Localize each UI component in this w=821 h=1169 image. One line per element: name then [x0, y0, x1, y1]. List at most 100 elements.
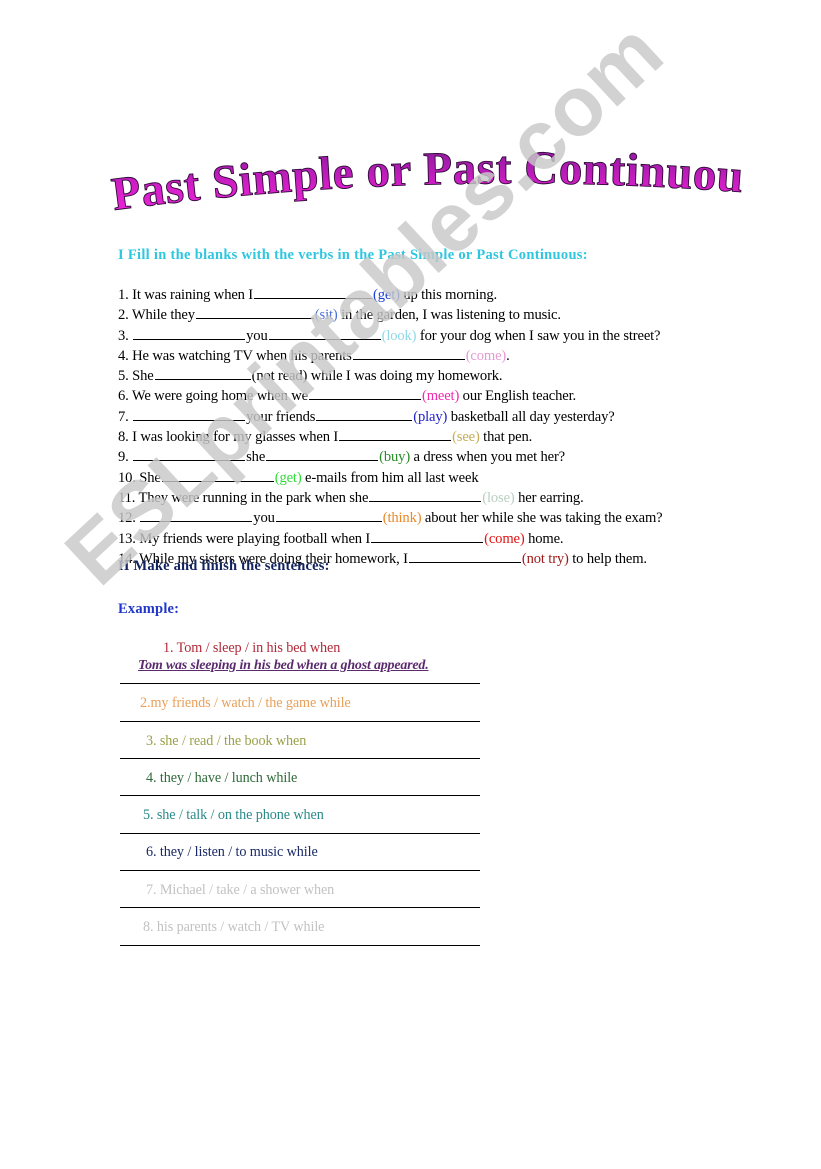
- answer-rule[interactable]: [120, 721, 480, 722]
- item-number: 2.: [118, 307, 129, 324]
- verb-cue: (not read): [251, 368, 308, 385]
- item-text-after: e-mails from him all last week: [301, 469, 479, 486]
- exercise-1-list: 1. It was raining when I (get) up this mo…: [118, 285, 778, 569]
- item-text-before: He was watching TV when his parents: [132, 347, 352, 364]
- answer-rule[interactable]: [120, 833, 480, 834]
- answer-blank[interactable]: [140, 508, 253, 523]
- item-text-after: that pen.: [479, 429, 533, 446]
- exercise-1-item: 9. she (buy) a dress when you met her?: [118, 447, 778, 467]
- answer-blank[interactable]: [408, 549, 521, 563]
- item-number: 7.: [118, 408, 129, 425]
- exercise-1-item: 1. It was raining when I (get) up this mo…: [118, 285, 778, 305]
- item-text-after: a dress when you met her?: [410, 449, 566, 466]
- item-text-before: I was looking for my glasses when I: [132, 429, 339, 446]
- item-text-after: basketball all day yesterday?: [447, 408, 615, 425]
- answer-rule[interactable]: [120, 870, 480, 871]
- answer-blank[interactable]: [161, 468, 274, 482]
- item-number: 1.: [118, 287, 129, 303]
- item-text-after: our English teacher.: [459, 388, 576, 405]
- verb-cue: (meet): [421, 388, 460, 405]
- item-text-before: While they: [131, 307, 195, 324]
- verb-cue: (sit): [314, 307, 338, 324]
- item-text-before: My friends were playing football when I: [139, 530, 371, 547]
- verb-cue: (think): [382, 510, 422, 527]
- answer-rule[interactable]: [120, 907, 480, 908]
- item-text-after: for your dog when I saw you in the stree…: [416, 327, 661, 344]
- exercise-2-prompt: 5. she / talk / on the phone when: [143, 807, 324, 823]
- answer-blank[interactable]: [133, 326, 246, 340]
- answer-blank[interactable]: [133, 407, 246, 421]
- item-number: 4.: [118, 347, 129, 364]
- answer-rule[interactable]: [120, 683, 480, 684]
- item-text-after: to help them.: [568, 550, 647, 567]
- item-text-middle: you: [246, 327, 268, 344]
- exercise-2-prompt: 7. Michael / take / a shower when: [146, 882, 335, 898]
- exercise-1-item: 7. your friends (play) basketball all day…: [118, 407, 778, 427]
- item-text-before: We were going home when we: [131, 388, 308, 405]
- answer-blank[interactable]: [268, 326, 381, 340]
- answer-rule[interactable]: [120, 795, 480, 796]
- exercise-2-prompt: 6. they / listen / to music while: [146, 844, 318, 860]
- exercise-1-item: 2. While they (sit) in the garden, I was …: [118, 305, 778, 325]
- exercise-1-item: 3. you (look) for your dog when I saw you…: [118, 326, 778, 346]
- section-2-heading: II Make and finish the sentences:: [118, 558, 330, 574]
- verb-cue: (not try): [521, 550, 569, 567]
- answer-rule[interactable]: [120, 758, 480, 759]
- verb-cue: (play): [413, 408, 448, 425]
- item-text-after: while I was doing my homework.: [307, 368, 503, 385]
- answer-blank[interactable]: [254, 285, 373, 299]
- example-prompt: 1. Tom / sleep / in his bed when: [163, 640, 341, 656]
- answer-blank[interactable]: [352, 346, 465, 360]
- exercise-1-item: 4. He was watching TV when his parents (c…: [118, 346, 778, 366]
- item-text-after: in the garden, I was listening to music.: [337, 307, 561, 324]
- exercise-1-item: 10. She (get) e-mails from him all last w…: [118, 468, 778, 488]
- section-1-heading: I Fill in the blanks with the verbs in t…: [118, 247, 588, 263]
- verb-cue: (lose): [482, 489, 515, 506]
- exercise-1-item: 11. They were running in the park when s…: [118, 488, 778, 508]
- verb-cue: (get): [274, 469, 302, 486]
- verb-cue: (come): [484, 530, 525, 547]
- item-text-after: home.: [524, 530, 564, 547]
- answer-blank[interactable]: [316, 407, 413, 421]
- example-label: Example:: [118, 601, 180, 617]
- answer-blank[interactable]: [154, 366, 251, 381]
- verb-cue: (buy): [379, 449, 411, 466]
- item-number: 8.: [118, 429, 129, 446]
- exercise-1-item: 5. She (not read) while I was doing my ho…: [118, 366, 778, 386]
- item-number: 13.: [118, 530, 136, 547]
- exercise-2-prompt: 8. his parents / watch / TV while: [143, 919, 325, 935]
- answer-blank[interactable]: [339, 427, 452, 442]
- answer-blank[interactable]: [195, 305, 314, 320]
- item-number: 6.: [118, 388, 129, 405]
- answer-blank[interactable]: [266, 447, 379, 462]
- answer-blank[interactable]: [371, 529, 484, 543]
- item-number: 3.: [118, 327, 129, 344]
- item-text-before: She: [132, 368, 154, 385]
- example-answer: Tom was sleeping in his bed when a ghost…: [138, 658, 429, 673]
- item-number: 9.: [118, 449, 129, 466]
- verb-cue: (come): [465, 347, 507, 364]
- item-text-middle: she: [246, 449, 266, 466]
- exercise-2-prompt: 4. they / have / lunch while: [146, 770, 298, 786]
- answer-blank[interactable]: [369, 488, 482, 502]
- answer-blank[interactable]: [275, 508, 382, 523]
- item-number: 11.: [118, 489, 136, 506]
- item-number: 12.: [118, 510, 136, 527]
- item-text-before: They were running in the park when she: [138, 489, 369, 506]
- item-text-before: It was raining when I: [132, 287, 254, 303]
- item-text-after: about her while she was taking the exam?: [421, 510, 663, 527]
- exercise-1-item: 8. I was looking for my glasses when I (s…: [118, 427, 778, 447]
- exercise-2-prompt: 3. she / read / the book when: [146, 733, 307, 749]
- svg-text:Past Simple or Past Continuous: Past Simple or Past Continuous: [108, 148, 746, 221]
- answer-blank[interactable]: [133, 447, 246, 462]
- item-text-middle: you: [253, 510, 275, 527]
- exercise-1-item: 13. My friends were playing football whe…: [118, 529, 778, 549]
- answer-rule[interactable]: [120, 945, 480, 946]
- worksheet-page: ESLprintables.com Past Simple or Past Co…: [0, 0, 821, 1169]
- exercise-1-item: 12. you (think) about her while she was t…: [118, 508, 778, 528]
- answer-blank[interactable]: [308, 386, 421, 401]
- item-number: 5.: [118, 368, 129, 385]
- exercise-1-item: 6. We were going home when we (meet) our …: [118, 386, 778, 406]
- item-text-after: up this morning.: [399, 287, 498, 303]
- item-text-after: her earring.: [514, 489, 584, 506]
